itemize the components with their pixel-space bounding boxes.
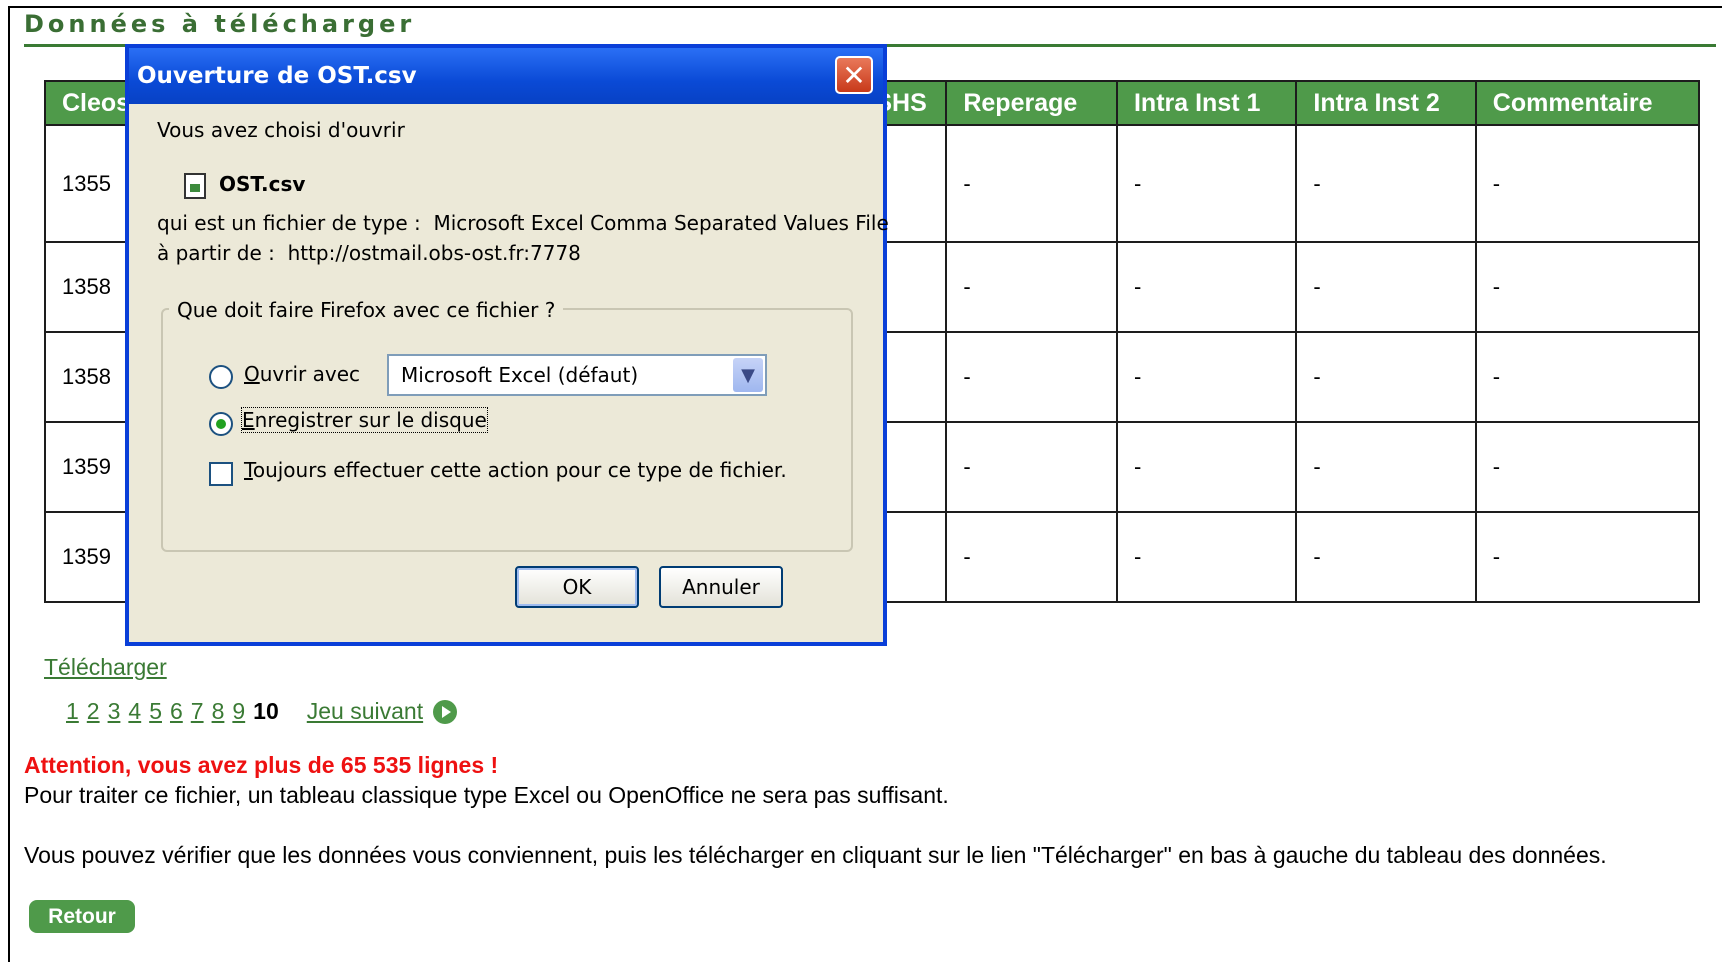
open-with-label[interactable]: Ouvrir avec	[244, 362, 360, 386]
dialog-intro: Vous avez choisi d'ouvrir	[157, 118, 405, 142]
next-set-link[interactable]: Jeu suivant	[307, 698, 423, 725]
open-file-dialog: Ouverture de OST.csv ✕ Vous avez choisi …	[125, 44, 889, 646]
info-text: Vous pouvez vérifier que les données vou…	[24, 842, 1607, 868]
page-link[interactable]: 9	[232, 698, 245, 725]
page-link[interactable]: 4	[128, 698, 141, 725]
page-link[interactable]: 3	[108, 698, 121, 725]
page-link[interactable]: 6	[170, 698, 183, 725]
table-cell: -	[1295, 511, 1477, 603]
table-cell: -	[1295, 331, 1477, 423]
always-do-checkbox[interactable]	[209, 462, 233, 486]
info-text: Pour traiter ce fichier, un tableau clas…	[24, 782, 949, 808]
col-header-intra-inst-2: Intra Inst 2	[1295, 80, 1477, 126]
save-to-disk-radio[interactable]	[209, 412, 233, 436]
page-link[interactable]: 7	[191, 698, 204, 725]
table-cell: -	[1474, 511, 1701, 603]
back-button[interactable]: Retour	[29, 900, 135, 933]
dialog-title: Ouverture de OST.csv	[137, 63, 417, 89]
col-header-reperage: Reperage	[945, 80, 1118, 126]
table-cell: -	[945, 124, 1118, 243]
table-cell: -	[1295, 124, 1477, 243]
csv-file-icon	[184, 173, 206, 199]
next-arrow-icon[interactable]	[433, 699, 458, 724]
ok-button[interactable]: OK	[515, 566, 639, 608]
chevron-down-icon[interactable]: ▼	[733, 358, 763, 392]
table-cell: -	[945, 331, 1118, 423]
page-link[interactable]: 1	[66, 698, 79, 725]
section-title: Données à télécharger	[24, 10, 416, 38]
table-cell: -	[1474, 241, 1701, 333]
table-cell: -	[945, 241, 1118, 333]
download-link[interactable]: Télécharger	[44, 654, 167, 681]
table-cell: -	[1295, 241, 1477, 333]
dialog-file-type: qui est un fichier de type : Microsoft E…	[157, 211, 889, 235]
close-icon[interactable]: ✕	[835, 56, 873, 94]
warning-message: Attention, vous avez plus de 65 535 lign…	[24, 752, 499, 778]
cancel-button[interactable]: Annuler	[659, 566, 783, 608]
col-header-intra-inst-1: Intra Inst 1	[1115, 80, 1298, 126]
table-cell: -	[1474, 124, 1701, 243]
table-cell: -	[1115, 331, 1298, 423]
page-link[interactable]: 2	[87, 698, 100, 725]
table-cell: -	[1474, 421, 1701, 513]
table-cell: -	[1115, 511, 1298, 603]
page-link[interactable]: 8	[212, 698, 225, 725]
table-cell: -	[945, 511, 1118, 603]
action-group-label: Que doit faire Firefox avec ce fichier ?	[169, 298, 564, 322]
pagination: 1 2 3 4 5 6 7 8 9 10 Jeu suivant	[66, 698, 458, 725]
table-cell: -	[1115, 421, 1298, 513]
application-select[interactable]: Microsoft Excel (défaut) ▼	[387, 354, 767, 396]
page-link[interactable]: 5	[149, 698, 162, 725]
current-page: 10	[253, 698, 279, 724]
table-cell: -	[1295, 421, 1477, 513]
always-do-label[interactable]: Toujours effectuer cette action pour ce …	[244, 458, 787, 482]
table-cell: -	[1115, 241, 1298, 333]
dialog-source: à partir de : http://ostmail.obs-ost.fr:…	[157, 241, 581, 265]
dialog-filename: OST.csv	[219, 172, 306, 196]
application-select-value: Microsoft Excel (défaut)	[401, 363, 639, 387]
table-cell: -	[945, 421, 1118, 513]
open-with-radio[interactable]	[209, 365, 233, 389]
dialog-titlebar[interactable]: Ouverture de OST.csv ✕	[129, 48, 883, 104]
col-header-commentaire: Commentaire	[1474, 80, 1701, 126]
table-cell: -	[1115, 124, 1298, 243]
save-to-disk-label[interactable]: Enregistrer sur le disque	[241, 407, 488, 433]
table-cell: -	[1474, 331, 1701, 423]
